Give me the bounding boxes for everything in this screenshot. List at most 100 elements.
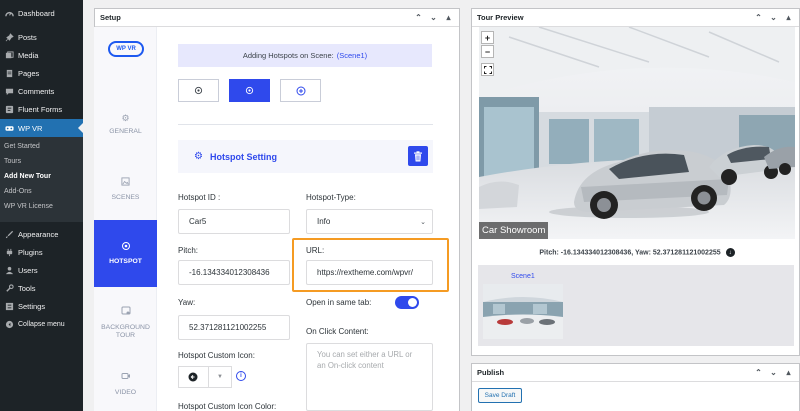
banner-text: Adding Hotspots on Scene:	[242, 51, 334, 60]
hotspot-mode-button-2[interactable]	[229, 79, 270, 102]
menu-users[interactable]: Users	[0, 261, 83, 279]
yaw-label: Yaw:	[178, 298, 196, 307]
hotspot-mode-button-1[interactable]	[178, 79, 219, 102]
submenu-license[interactable]: WP VR License	[4, 203, 53, 210]
background-icon	[121, 306, 131, 319]
gear-icon: ⚙	[194, 151, 203, 162]
submenu-tours[interactable]: Tours	[4, 158, 21, 165]
tab-label: VIDEO	[114, 388, 137, 396]
menu-media[interactable]: Media	[0, 46, 83, 64]
menu-wp-vr[interactable]: WP VR	[0, 119, 83, 137]
setup-header: Setup ⌃ ⌄ ▴	[95, 9, 459, 27]
move-down-icon[interactable]: ⌄	[429, 13, 438, 22]
tab-scenes[interactable]: SCENES	[94, 157, 157, 222]
zoom-out-button[interactable]: −	[481, 45, 494, 58]
tab-background-tour[interactable]: BACKGROUND TOUR	[94, 289, 157, 357]
submenu-add-new-tour[interactable]: Add New Tour	[4, 173, 51, 180]
menu-label: Settings	[18, 301, 46, 311]
setup-tabs: WP VR ⚙ GENERAL SCENES HOTSPOT BACKGROUN…	[94, 27, 157, 411]
wp-vr-logo: WP VR	[108, 41, 144, 57]
scene-thumb-label[interactable]: Scene1	[511, 273, 535, 280]
collapse-icon	[4, 319, 14, 329]
fullscreen-button[interactable]	[481, 63, 494, 76]
pitch-input[interactable]: -16.134334012308436	[178, 260, 290, 285]
menu-label: Comments	[18, 86, 55, 96]
hotspot-type-value: Info	[317, 217, 331, 226]
menu-comments[interactable]: Comments	[0, 82, 83, 100]
toggle-panel-icon[interactable]: ▴	[444, 13, 453, 22]
move-up-icon[interactable]: ⌃	[754, 13, 763, 22]
menu-label: Collapse menu	[18, 320, 65, 328]
toggle-knob	[408, 298, 417, 307]
tab-general[interactable]: ⚙ GENERAL	[94, 92, 157, 157]
menu-label: WP VR	[18, 123, 43, 133]
menu-collapse[interactable]: Collapse menu	[0, 315, 83, 333]
menu-label: Users	[18, 265, 38, 275]
publish-title: Publish	[477, 368, 505, 377]
tour-preview-title: Tour Preview	[477, 13, 524, 22]
panorama-viewer[interactable]	[479, 27, 795, 239]
add-hotspot-button[interactable]	[280, 79, 321, 102]
wrench-icon	[4, 283, 14, 293]
setup-title: Setup	[100, 13, 121, 22]
scene-title-overlay: Car Showroom	[479, 222, 549, 239]
active-indicator	[78, 123, 83, 133]
on-click-content-textarea[interactable]: You can set either a URL or an On-click …	[306, 343, 433, 411]
hotspot-type-select[interactable]: Info ⌄	[306, 209, 433, 234]
tab-label: SCENES	[111, 193, 140, 201]
move-down-icon[interactable]: ⌄	[769, 13, 778, 22]
banner-scene-link[interactable]: (Scene1)	[337, 51, 367, 60]
save-draft-button[interactable]: Save Draft	[478, 388, 522, 403]
menu-dashboard[interactable]: Dashboard	[0, 4, 83, 22]
toggle-panel-icon[interactable]: ▴	[784, 13, 793, 22]
tab-hotspot[interactable]: HOTSPOT	[94, 220, 157, 287]
move-up-icon[interactable]: ⌃	[414, 13, 423, 22]
menu-fluent-forms[interactable]: Fluent Forms	[0, 100, 83, 118]
menu-appearance[interactable]: Appearance	[0, 225, 83, 243]
brush-icon	[4, 229, 14, 239]
caret-down-icon: ▼	[207, 367, 231, 387]
menu-settings[interactable]: Settings	[0, 297, 83, 315]
tab-label: HOTSPOT	[109, 258, 142, 266]
scene-thumbnail[interactable]	[483, 284, 563, 339]
toggle-panel-icon[interactable]: ▴	[784, 368, 793, 377]
move-down-icon[interactable]: ⌄	[769, 368, 778, 377]
menu-label: Fluent Forms	[18, 104, 63, 114]
publish-header: Publish ⌃ ⌄ ▴	[472, 364, 799, 382]
scene-banner: Adding Hotspots on Scene: (Scene1)	[178, 44, 432, 67]
on-click-content-label: On Click Content:	[306, 327, 369, 336]
same-tab-toggle[interactable]	[395, 296, 419, 309]
url-highlight-box	[292, 238, 449, 292]
hotspot-id-label: Hotspot ID :	[178, 193, 221, 202]
info-icon[interactable]: i	[236, 371, 246, 381]
tab-video[interactable]: VIDEO	[94, 357, 157, 411]
menu-label: Appearance	[18, 229, 59, 239]
users-icon	[4, 265, 14, 275]
menu-plugins[interactable]: Plugins	[0, 243, 83, 261]
media-icon	[4, 50, 14, 60]
pages-icon	[4, 68, 14, 78]
showroom-panorama	[479, 27, 795, 239]
hotspot-setting-bar: ⚙ Hotspot Setting	[178, 140, 433, 173]
vr-icon	[4, 123, 14, 133]
menu-pages[interactable]: Pages	[0, 64, 83, 82]
plugin-icon	[4, 247, 14, 257]
yaw-input[interactable]: 52.371281121002255	[178, 315, 290, 340]
chevron-down-icon: ⌄	[420, 219, 426, 226]
target-icon	[121, 241, 131, 254]
submenu-get-started[interactable]: Get Started	[4, 143, 40, 150]
zoom-in-button[interactable]: +	[481, 31, 494, 44]
pitch-yaw-readout: Pitch: -16.134334012308436, Yaw: 52.3712…	[479, 248, 795, 257]
menu-posts[interactable]: Posts	[0, 28, 83, 46]
custom-icon-picker[interactable]: ▼	[178, 366, 232, 388]
move-up-icon[interactable]: ⌃	[754, 368, 763, 377]
comments-icon	[4, 86, 14, 96]
delete-hotspot-button[interactable]	[408, 146, 428, 166]
hotspot-id-input[interactable]: Car5	[178, 209, 290, 234]
arrow-down-circle-icon[interactable]: ↓	[725, 248, 735, 257]
menu-label: Pages	[18, 68, 40, 78]
target-icon	[245, 86, 254, 95]
tab-label: BACKGROUND TOUR	[101, 323, 150, 339]
submenu-add-ons[interactable]: Add-Ons	[4, 188, 32, 195]
menu-tools[interactable]: Tools	[0, 279, 83, 297]
